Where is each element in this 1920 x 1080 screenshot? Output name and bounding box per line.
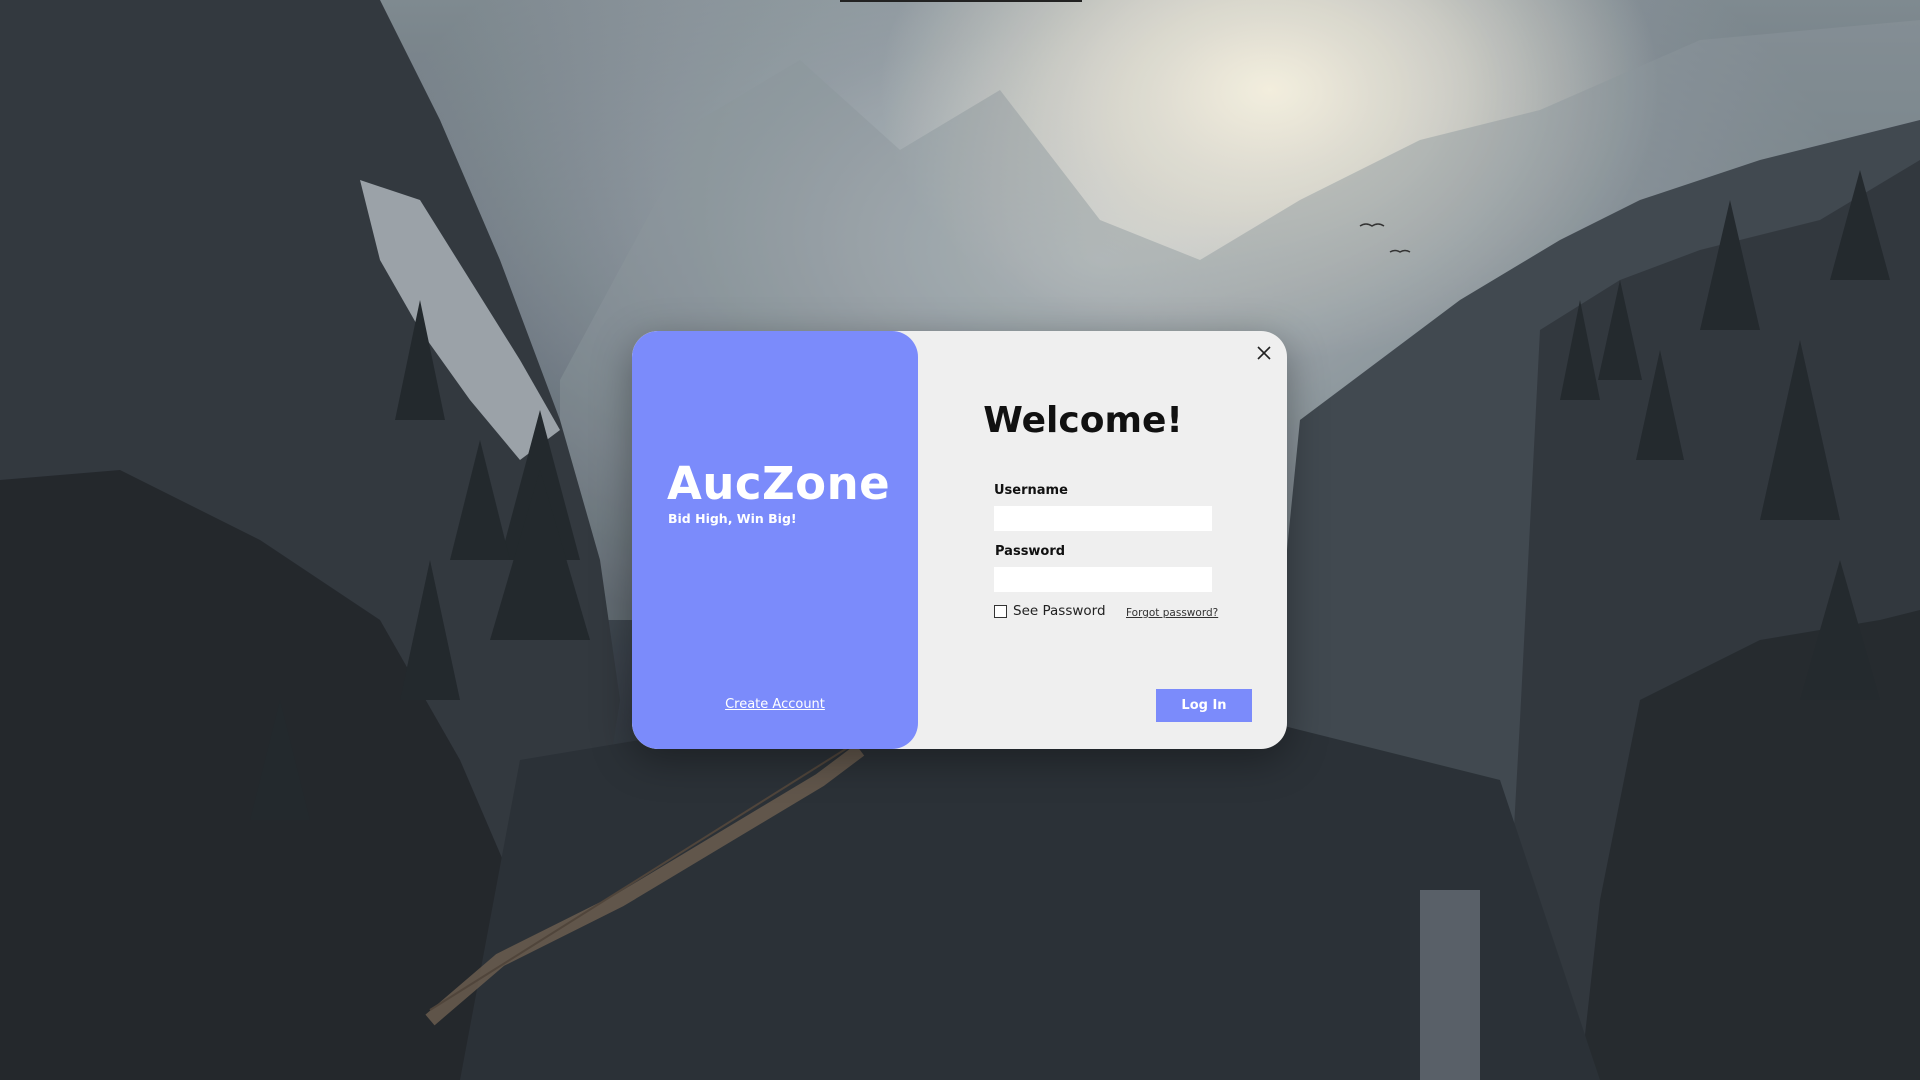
- see-password-toggle[interactable]: See Password: [994, 603, 1106, 619]
- close-button[interactable]: [1252, 341, 1276, 365]
- close-icon: [1257, 346, 1271, 360]
- brand-panel: AucZone Bid High, Win Big! Create Accoun…: [632, 331, 918, 749]
- brand-name: AucZone: [667, 457, 891, 510]
- login-dialog: AucZone Bid High, Win Big! Create Accoun…: [632, 331, 1287, 749]
- password-input[interactable]: [994, 567, 1212, 592]
- password-label: Password: [995, 544, 1066, 559]
- see-password-label: See Password: [1013, 603, 1106, 619]
- see-password-checkbox[interactable]: [994, 604, 1007, 618]
- username-label: Username: [994, 483, 1068, 498]
- login-button[interactable]: Log In: [1156, 689, 1252, 722]
- welcome-heading: Welcome!: [983, 400, 1183, 441]
- forgot-password-link[interactable]: Forgot password?: [1126, 607, 1218, 619]
- username-input[interactable]: [994, 506, 1212, 531]
- create-account-link[interactable]: Create Account: [632, 697, 918, 712]
- top-edge-bar: [840, 0, 1082, 2]
- brand-tagline: Bid High, Win Big!: [668, 511, 797, 526]
